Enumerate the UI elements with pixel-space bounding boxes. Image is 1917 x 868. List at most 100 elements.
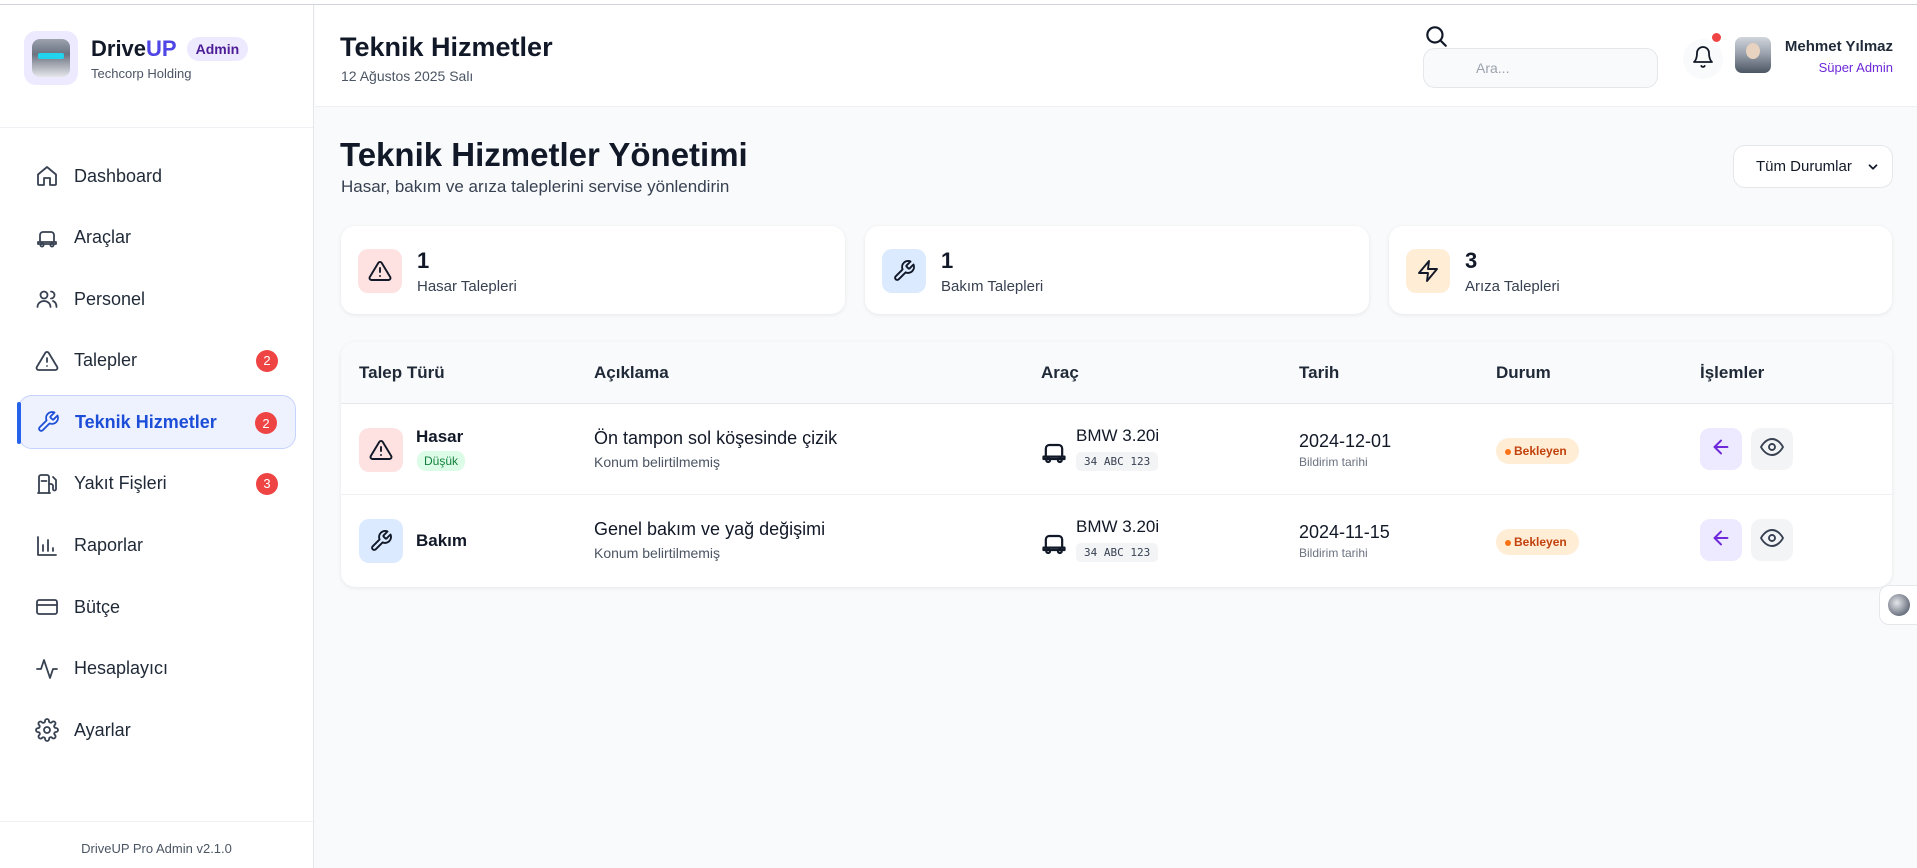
sidebar-item-label: Hesaplayıcı: [74, 658, 169, 679]
assign-service-button[interactable]: [1700, 428, 1742, 470]
column-header[interactable]: Açıklama: [594, 363, 669, 383]
alert-triangle-icon: [34, 348, 60, 374]
search-icon[interactable]: [1423, 23, 1449, 49]
sidebar-item-ayarlar[interactable]: Ayarlar: [18, 703, 296, 757]
sidebar-footer-divider: [0, 821, 313, 822]
eye-icon: [1760, 435, 1784, 464]
stat-card-bakim[interactable]: 1 Bakım Talepleri: [865, 226, 1369, 314]
sidebar-item-label: Dashboard: [74, 165, 163, 186]
top-header: Teknik Hizmetler 12 Ağustos 2025 Salı Me…: [315, 5, 1917, 107]
user-name[interactable]: Mehmet Yılmaz: [1785, 38, 1893, 55]
status-badge: Bekleyen: [1496, 529, 1579, 555]
eye-icon: [1760, 526, 1784, 555]
sidebar-item-teknik-hizmetler[interactable]: Teknik Hizmetler 2: [17, 395, 296, 450]
license-plate: 34 ABC 123: [1076, 543, 1159, 562]
sidebar-divider: [0, 127, 313, 128]
request-type: Bakım: [416, 531, 468, 550]
alert-triangle-icon: [358, 249, 402, 293]
stat-card-ariza[interactable]: 3 Arıza Talepleri: [1389, 226, 1892, 314]
view-details-button[interactable]: [1751, 519, 1793, 561]
sidebar-item-label: Araçlar: [74, 227, 132, 248]
assign-service-button[interactable]: [1700, 519, 1742, 561]
request-date-label: Bildirim tarihi: [1299, 455, 1368, 469]
stat-value: 1: [417, 248, 430, 273]
notification-count-badge: 2: [255, 412, 277, 435]
stat-label: Hasar Talepleri: [417, 278, 517, 295]
status-filter-value: Tüm Durumlar: [1756, 158, 1852, 175]
request-date: 2024-12-01: [1299, 431, 1392, 451]
window-top-border: [0, 0, 1917, 5]
search-input[interactable]: [1423, 48, 1658, 88]
column-header[interactable]: Talep Türü: [359, 363, 445, 383]
brand-name-a: Drive: [91, 35, 147, 61]
car-logo-icon: [32, 39, 70, 77]
assistant-icon: [1887, 594, 1910, 616]
brand[interactable]: Drive UP Admin Techcorp Holding: [24, 31, 249, 85]
app-version: DriveUP Pro Admin v2.1.0: [81, 841, 232, 856]
sidebar-item-label: Personel: [74, 288, 146, 309]
sidebar-item-dashboard[interactable]: Dashboard: [18, 149, 296, 203]
sidebar-item-personel[interactable]: Personel: [18, 272, 296, 326]
sidebar-item-label: Talepler: [74, 350, 138, 371]
column-header[interactable]: Araç: [1041, 363, 1079, 383]
table-row[interactable]: Hasar Düşük Ön tampon sol köşesinde çizi…: [341, 404, 1892, 495]
user-role: Süper Admin: [1818, 60, 1893, 75]
license-plate: 34 ABC 123: [1076, 452, 1159, 471]
fuel-icon: [34, 471, 60, 497]
column-header[interactable]: İşlemler: [1700, 363, 1764, 383]
table-row[interactable]: Bakım Genel bakım ve yağ değişimi Konum …: [341, 495, 1892, 586]
car-icon: [1040, 438, 1068, 466]
request-date: 2024-11-15: [1299, 522, 1390, 542]
sidebar-item-hesaplayici[interactable]: Hesaplayıcı: [18, 642, 296, 696]
column-header[interactable]: Durum: [1496, 363, 1551, 383]
sidebar: Drive UP Admin Techcorp Holding Dashboard…: [0, 5, 314, 868]
view-details-button[interactable]: [1751, 428, 1793, 470]
priority-badge: Düşük: [417, 451, 466, 471]
bar-chart-icon: [34, 533, 60, 559]
sidebar-item-butce[interactable]: Bütçe: [18, 580, 296, 634]
users-icon: [34, 286, 60, 312]
request-type: Hasar: [416, 427, 464, 446]
stat-card-hasar[interactable]: 1 Hasar Talepleri: [341, 226, 845, 314]
alert-triangle-icon: [359, 428, 403, 472]
brand-logo: [24, 31, 78, 85]
page-title: Teknik Hizmetler: [340, 32, 553, 62]
activity-icon: [34, 656, 60, 682]
stat-value: 1: [941, 248, 954, 273]
chevron-down-icon: [1866, 160, 1880, 174]
sidebar-item-raporlar[interactable]: Raporlar: [18, 519, 296, 573]
sidebar-item-araclar[interactable]: Araçlar: [18, 211, 296, 265]
notifications-button[interactable]: [1683, 39, 1723, 79]
stat-label: Bakım Talepleri: [941, 278, 1044, 295]
admin-badge: Admin: [186, 36, 249, 61]
wrench-icon: [35, 409, 61, 435]
sidebar-item-label: Bütçe: [74, 596, 121, 617]
floating-assistant-button[interactable]: [1879, 585, 1917, 625]
car-icon: [1040, 529, 1068, 557]
sidebar-item-label: Ayarlar: [74, 719, 131, 740]
section-subtitle: Hasar, bakım ve arıza taleplerini servis…: [341, 177, 730, 196]
credit-card-icon: [34, 594, 60, 620]
wrench-icon: [882, 249, 926, 293]
request-date-label: Bildirim tarihi: [1299, 546, 1368, 560]
arrow-left-icon: [1710, 527, 1732, 554]
stat-value: 3: [1465, 248, 1478, 273]
avatar[interactable]: [1735, 37, 1771, 73]
home-icon: [34, 163, 60, 189]
bell-icon: [1691, 45, 1715, 74]
vehicle-model: BMW 3.20i: [1076, 517, 1160, 536]
request-location: Konum belirtilmemiş: [594, 545, 721, 561]
sidebar-item-yakit-fisleri[interactable]: Yakıt Fişleri 3: [18, 457, 296, 511]
wrench-icon: [359, 519, 403, 563]
status-filter-select[interactable]: Tüm Durumlar: [1733, 145, 1893, 188]
brand-subtitle: Techcorp Holding: [91, 65, 192, 81]
brand-name-b: UP: [146, 35, 177, 61]
sidebar-item-talepler[interactable]: Talepler 2: [18, 334, 296, 388]
request-location: Konum belirtilmemiş: [594, 454, 721, 470]
gear-icon: [34, 717, 60, 743]
status-badge: Bekleyen: [1496, 438, 1579, 464]
sidebar-item-label: Teknik Hizmetler: [75, 411, 217, 432]
vehicle-model: BMW 3.20i: [1076, 426, 1160, 445]
section-title: Teknik Hizmetler Yönetimi: [340, 136, 748, 173]
column-header[interactable]: Tarih: [1299, 363, 1339, 383]
